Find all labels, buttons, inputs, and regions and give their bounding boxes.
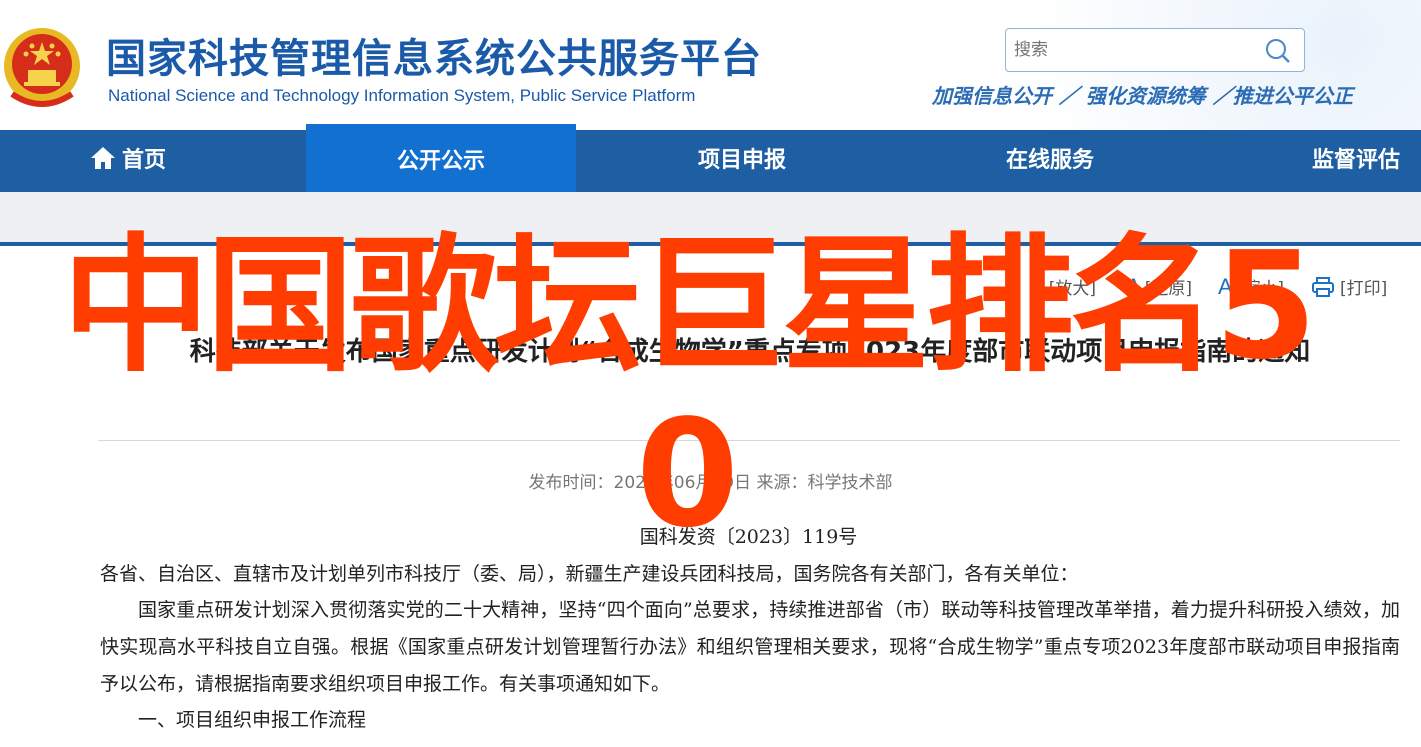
site-title[interactable]: 国家科技管理信息系统公共服务平台 [106,26,762,84]
article-paragraph-2: 国家重点研发计划深入贯彻落实党的二十大精神，坚持“四个面向”总要求，持续推进部省… [100,599,1400,695]
search-box[interactable] [1005,28,1305,72]
site-header: 国家科技管理信息系统公共服务平台 National Science and Te… [0,0,1421,130]
print-label: [打印] [1340,279,1388,299]
nav-item-project-application[interactable]: 项目申报 [698,130,786,192]
nav-item-online-service[interactable]: 在线服务 [1006,130,1094,192]
overlay-headline-tail: 0 [636,388,739,560]
nav-item-home[interactable]: 首页 [90,130,166,192]
article-paragraph-1: 各省、自治区、直辖市及计划单列市科技厅（委、局），新疆生产建设兵团科技局，国务院… [100,563,1079,585]
search-input[interactable] [1014,35,1254,65]
search-icon[interactable] [1264,37,1292,65]
article-paragraph-3: 一、项目组织申报工作流程 [138,709,367,731]
header-slogan: 加强信息公开 ／ 强化资源统筹 ／推进公平公正 [932,84,1353,108]
nav-item-public-notice[interactable]: 公开公示 [306,124,576,199]
title-divider [98,440,1400,441]
main-nav: 首页 公开公示 项目申报 在线服务 监督评估 [0,124,1421,199]
overlay-headline: 中国歌坛巨星排名5 [62,220,1317,392]
national-emblem-icon [4,28,80,107]
site-subtitle: National Science and Technology Informat… [108,86,696,105]
home-icon [91,147,115,169]
nav-item-home-label: 首页 [122,148,167,173]
nav-item-supervision[interactable]: 监督评估 [1312,130,1400,192]
